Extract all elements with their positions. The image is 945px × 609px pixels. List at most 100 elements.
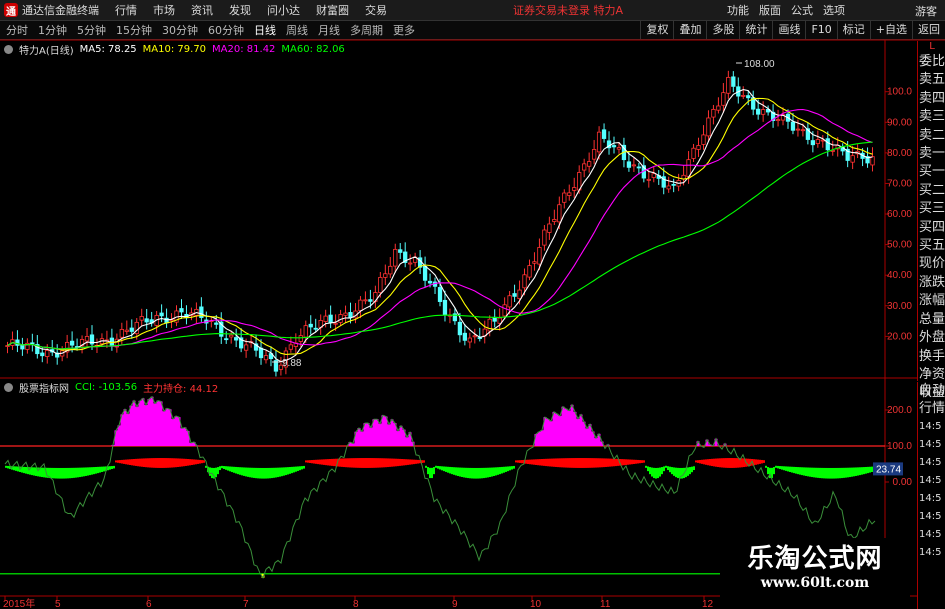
holding-green-band bbox=[441, 466, 443, 471]
price-tick-label: 60.00 bbox=[887, 209, 912, 220]
holding-red-band bbox=[319, 459, 321, 465]
side-panel-item[interactable]: 卖五 bbox=[918, 71, 945, 89]
holding-red-band bbox=[375, 458, 377, 468]
holding-red-band bbox=[399, 458, 401, 466]
holding-red-band bbox=[197, 459, 199, 464]
holding-green-band bbox=[767, 467, 769, 475]
holding-green-band bbox=[647, 466, 649, 472]
holding-red-band bbox=[401, 459, 403, 466]
side-panel-item[interactable]: 外盘 bbox=[918, 329, 945, 347]
holding-red-band bbox=[121, 459, 123, 464]
candle-body bbox=[383, 273, 388, 278]
high-annotation: 108.00 bbox=[744, 59, 775, 70]
holding-green-band bbox=[833, 467, 835, 479]
holding-green-band bbox=[303, 465, 305, 469]
side-panel-item[interactable]: 卖三 bbox=[918, 108, 945, 126]
candle-body bbox=[323, 315, 328, 322]
candle-body bbox=[224, 338, 229, 341]
holding-green-band bbox=[667, 466, 669, 471]
holding-red-band bbox=[397, 458, 399, 467]
side-panel-item[interactable]: 买一 bbox=[918, 163, 945, 181]
holding-red-band bbox=[391, 458, 393, 467]
holding-red-band bbox=[553, 458, 555, 467]
side-panel-item[interactable]: 委比 bbox=[918, 53, 945, 71]
holding-red-band bbox=[339, 458, 341, 467]
side-panel-item[interactable]: 买三 bbox=[918, 200, 945, 218]
holding-green-band bbox=[481, 467, 483, 479]
cci-overbought-bar bbox=[381, 415, 385, 446]
holding-red-band bbox=[317, 459, 319, 465]
side-panel-item[interactable]: 卖一 bbox=[918, 145, 945, 163]
tick-time: 14:5 bbox=[919, 439, 942, 450]
holding-red-band bbox=[405, 459, 407, 466]
candle-body bbox=[229, 334, 234, 338]
holding-green-band bbox=[265, 467, 267, 479]
holding-red-band bbox=[585, 458, 587, 468]
holding-red-band bbox=[741, 458, 743, 468]
candle-body bbox=[144, 318, 149, 323]
side-panel-item[interactable]: 现价 bbox=[918, 255, 945, 273]
cci-overbought-bar bbox=[390, 419, 394, 446]
holding-red-band bbox=[527, 459, 529, 464]
candle-body bbox=[716, 105, 721, 111]
holding-green-band bbox=[109, 466, 111, 470]
holding-green-band bbox=[279, 467, 281, 477]
holding-green-band bbox=[649, 467, 651, 475]
holding-red-band bbox=[161, 458, 163, 468]
side-panel-item[interactable]: 换手 bbox=[918, 348, 945, 366]
holding-green-band bbox=[31, 467, 33, 476]
holding-red-band bbox=[309, 460, 311, 463]
holding-red-band bbox=[149, 458, 151, 468]
holding-red-band bbox=[543, 458, 545, 466]
holding-green-band bbox=[475, 467, 477, 479]
side-panel-item[interactable]: 买五 bbox=[918, 237, 945, 255]
cci-overbought-bar bbox=[540, 430, 544, 446]
side-panel-item[interactable]: 总量 bbox=[918, 311, 945, 329]
holding-red-band bbox=[365, 458, 367, 468]
date-tick-label: 5 bbox=[55, 599, 61, 609]
holding-red-band bbox=[167, 458, 169, 468]
holding-green-band bbox=[657, 467, 659, 479]
holding-red-band bbox=[383, 458, 385, 468]
holding-green-band bbox=[275, 467, 277, 478]
side-panel-item[interactable]: 卖二 bbox=[918, 127, 945, 145]
cci-overbought-bar bbox=[141, 398, 145, 446]
cci-overbought-bar bbox=[369, 427, 373, 446]
side-panel-item[interactable]: 卖四 bbox=[918, 90, 945, 108]
chart-canvas[interactable]: 100.090.0080.0070.0060.0050.0040.0030.00… bbox=[0, 0, 945, 609]
holding-green-band bbox=[775, 465, 777, 468]
indicator-name[interactable]: 股票指标网 bbox=[19, 380, 69, 395]
holding-red-band bbox=[395, 458, 397, 467]
tab-quotes[interactable]: 行情 bbox=[918, 400, 945, 418]
candle-body bbox=[313, 327, 318, 330]
holding-green-band bbox=[43, 467, 45, 478]
side-panel-item[interactable]: 涨跌 bbox=[918, 274, 945, 292]
side-panel-item[interactable]: 买四 bbox=[918, 219, 945, 237]
holding-green-band bbox=[89, 467, 91, 476]
indicator-settings-icon[interactable] bbox=[4, 45, 13, 54]
holding-red-band bbox=[721, 458, 723, 468]
holding-red-band bbox=[183, 458, 185, 467]
holding-red-band bbox=[515, 460, 517, 463]
holding-red-band bbox=[573, 458, 575, 468]
ma-legend: 特力A(日线) MA5: 78.25 MA10: 79.70 MA20: 81.… bbox=[4, 42, 345, 57]
holding-red-band bbox=[737, 458, 739, 468]
holding-red-band bbox=[333, 458, 335, 467]
date-tick-label: 11 bbox=[600, 599, 611, 609]
holding-green-band bbox=[75, 467, 77, 478]
candle-body bbox=[139, 316, 144, 321]
holding-green-band bbox=[251, 467, 253, 478]
cci-overbought-bar bbox=[132, 400, 136, 446]
ma20-line bbox=[7, 108, 873, 350]
side-panel-item[interactable]: 涨幅 bbox=[918, 292, 945, 310]
holding-green-band bbox=[33, 467, 35, 476]
tab-auto[interactable]: 自动 bbox=[918, 382, 945, 400]
candle-body bbox=[124, 329, 129, 332]
holding-green-band bbox=[653, 467, 655, 479]
indicator-settings-icon[interactable] bbox=[4, 383, 13, 392]
candle-body bbox=[686, 159, 691, 178]
candle-body bbox=[512, 293, 517, 297]
holding-red-band bbox=[611, 458, 613, 467]
side-panel-item[interactable]: 买二 bbox=[918, 182, 945, 200]
candle-body bbox=[761, 109, 766, 115]
